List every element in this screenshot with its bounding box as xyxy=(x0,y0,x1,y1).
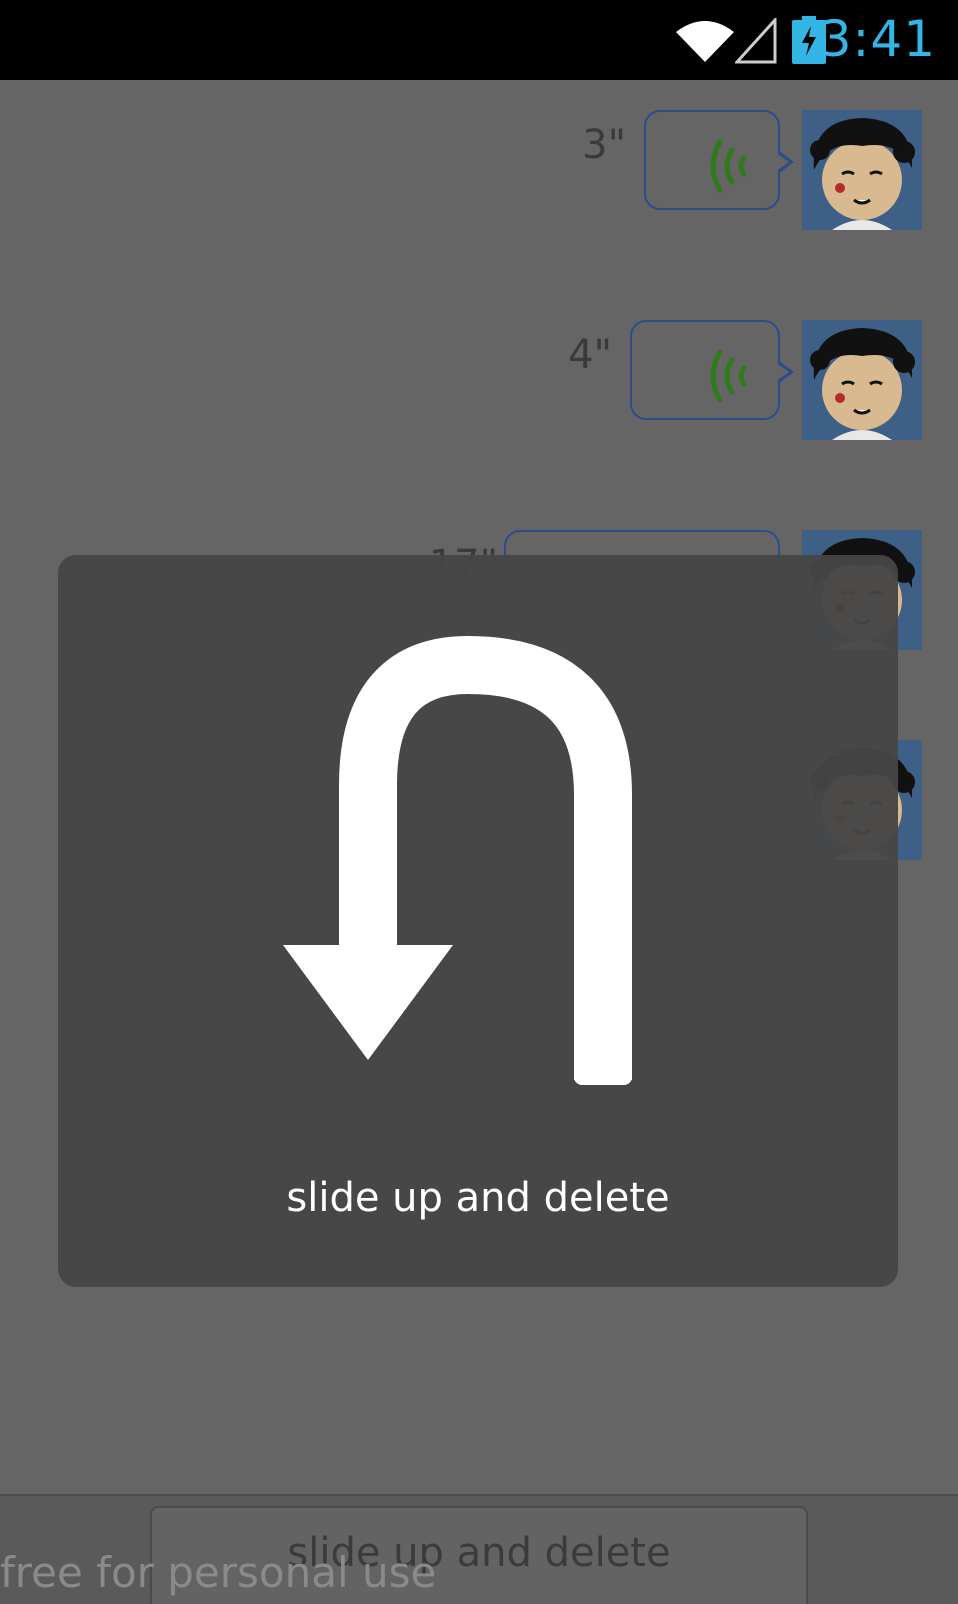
voice-bubble[interactable] xyxy=(644,110,794,210)
voice-duration: 3" xyxy=(582,122,626,168)
avatar-face-icon xyxy=(802,320,922,440)
status-bar: 3:41 xyxy=(0,0,958,80)
voice-message[interactable]: 3" xyxy=(0,80,958,230)
wifi-icon xyxy=(676,21,734,62)
voice-bubble[interactable] xyxy=(630,320,794,420)
avatar[interactable] xyxy=(802,110,922,230)
u-turn-arrow-icon xyxy=(283,635,632,1085)
slide-to-delete-overlay: slide up and delete xyxy=(58,555,898,1287)
watermark: free for personal use xyxy=(0,1548,437,1597)
voice-message[interactable]: 4" xyxy=(0,290,958,440)
signal-icon xyxy=(735,18,777,64)
voice-duration: 4" xyxy=(568,332,612,378)
voice-wave-icon xyxy=(710,139,747,193)
overlay-hint-text: slide up and delete xyxy=(286,1175,670,1221)
avatar[interactable] xyxy=(802,320,922,440)
status-time: 3:41 xyxy=(819,10,936,68)
avatar-face-icon xyxy=(802,110,922,230)
voice-wave-icon xyxy=(710,349,747,403)
